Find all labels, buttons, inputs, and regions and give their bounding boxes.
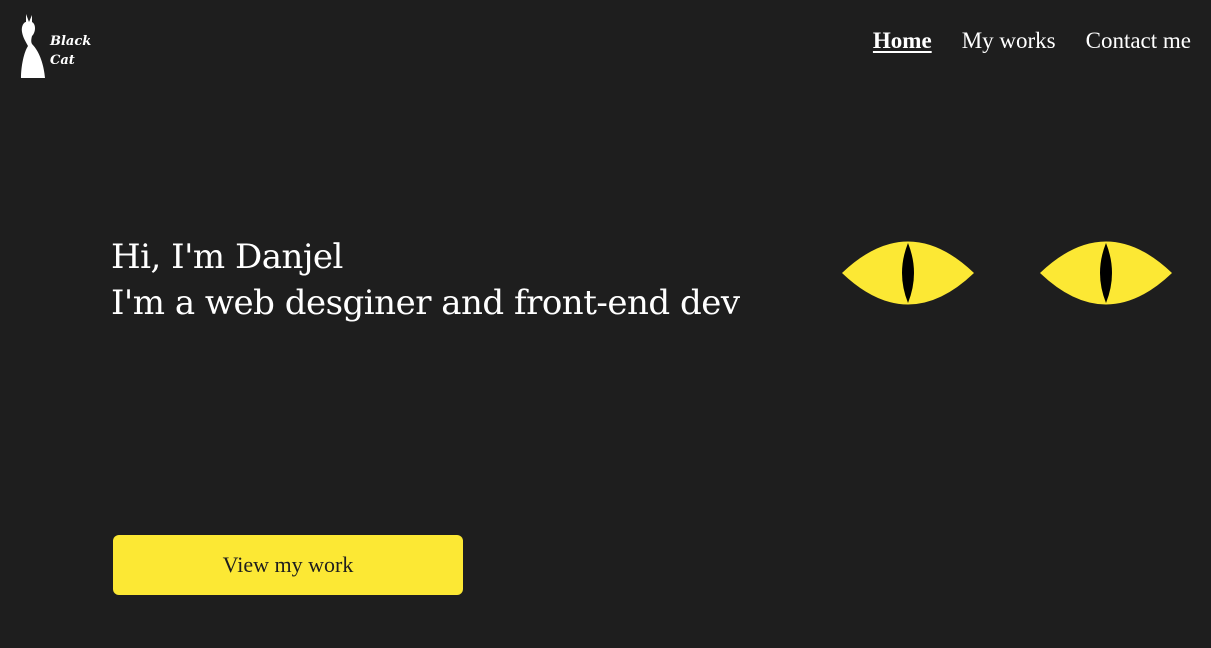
main-nav: Home My works Contact me <box>873 28 1191 54</box>
brand-line1: Black <box>50 34 92 49</box>
brand-name: Black Cat <box>50 32 100 70</box>
hero-heading: Hi, I'm Danjel I'm a web desginer and fr… <box>111 234 740 326</box>
nav-home[interactable]: Home <box>873 28 932 54</box>
hero-tagline: I'm a web desginer and front-end dev <box>111 283 740 323</box>
cat-silhouette-icon <box>21 14 45 78</box>
hero-greeting: Hi, I'm Danjel <box>111 237 343 277</box>
nav-contact-me[interactable]: Contact me <box>1086 28 1191 54</box>
right-eye-icon <box>1040 241 1172 305</box>
cat-eyes-icon <box>840 240 1176 306</box>
brand-line2: Cat <box>50 53 75 68</box>
brand-logo[interactable]: Black Cat <box>18 12 98 80</box>
nav-my-works[interactable]: My works <box>962 28 1056 54</box>
left-eye-icon <box>842 241 974 305</box>
view-my-work-button[interactable]: View my work <box>113 535 463 595</box>
